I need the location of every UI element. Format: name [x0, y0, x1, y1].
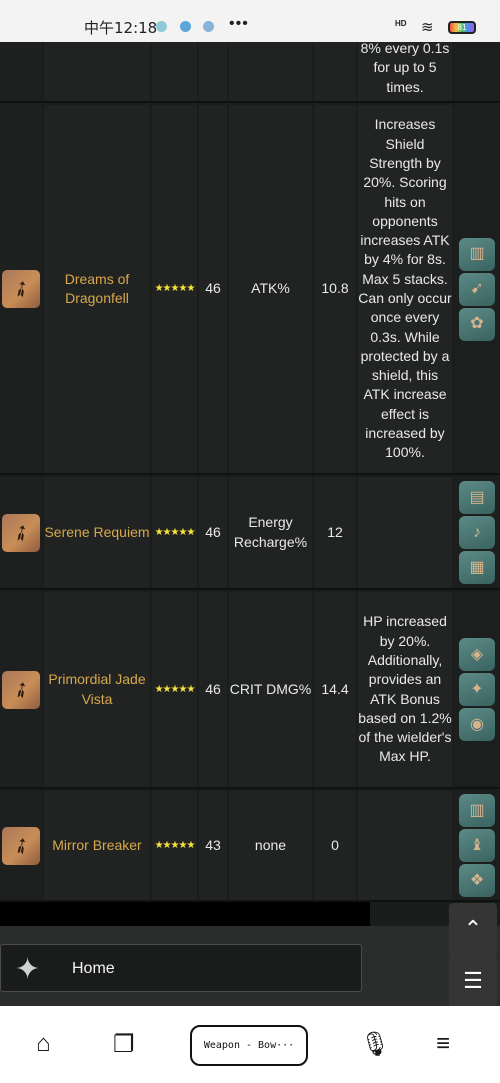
materials-cell: ▥ ♝ ❖: [454, 791, 500, 900]
weapon-substat: none: [229, 791, 312, 900]
icon-cell: ➶: [0, 105, 42, 473]
weapon-level: 46: [199, 105, 227, 473]
home-menu-item[interactable]: ✦ Home: [0, 944, 362, 992]
browser-nav-bar: ⌂ ❐ Weapon - Bow··· 🎙︎ ≡: [0, 1006, 500, 1083]
status-bar: 中午12:18 ••• HD ≋ 81: [0, 0, 500, 42]
table-row: ➶ Dreams of Dragonfell ★★★★★ 46 ATK% 10.…: [0, 105, 500, 475]
weapon-effect: [358, 477, 452, 588]
material-icon[interactable]: ◈: [459, 638, 495, 671]
material-icon[interactable]: ✦: [459, 673, 495, 706]
material-icon[interactable]: ♪: [459, 516, 495, 549]
rarity-stars-icon: ★★★★★: [154, 839, 196, 851]
name-cell: [44, 42, 150, 101]
app-notification-icon: [180, 21, 191, 32]
status-time: 中午12:18: [84, 19, 158, 37]
microphone-icon[interactable]: 🎙︎: [360, 1030, 390, 1059]
material-icon[interactable]: ▦: [459, 551, 495, 584]
weapon-name[interactable]: Primordial Jade Vista: [44, 592, 150, 787]
substat-value-cell: [314, 42, 356, 101]
rarity-stars-icon: ★★★★★: [154, 683, 196, 695]
material-icon[interactable]: ▥: [459, 794, 495, 827]
battery-icon: 81: [448, 21, 476, 34]
signal-icon: HD: [395, 19, 407, 28]
materials-cell: ▥ ➹ ✿: [454, 105, 500, 473]
rarity-cell: ★★★★★: [152, 105, 197, 473]
bow-weapon-icon[interactable]: ➶: [2, 670, 40, 709]
wifi-icon: ≋: [421, 19, 434, 36]
rarity-stars-icon: ★★★★★: [154, 283, 196, 295]
rarity-stars-icon: ★★★★★: [154, 526, 196, 538]
chat-notification-icon: [156, 21, 167, 32]
more-notifications-icon: •••: [229, 15, 249, 32]
weapon-effect: Increases Shield Strength by 20%. Scorin…: [358, 105, 452, 473]
icon-cell: ➶: [0, 592, 42, 787]
weapon-substat-value: 12: [314, 477, 356, 588]
material-icon[interactable]: ✿: [459, 307, 495, 341]
weapon-effect: [358, 791, 452, 900]
icon-cell: ➶: [0, 791, 42, 900]
sparkle-icon: ✦: [15, 953, 41, 986]
material-icon[interactable]: ▥: [459, 237, 495, 271]
weapon-substat: Energy Recharge%: [229, 477, 312, 588]
weapon-substat-value: 10.8: [314, 105, 356, 473]
weapon-name[interactable]: Dreams of Dragonfell: [44, 105, 150, 473]
hamburger-icon: ☰: [463, 968, 483, 993]
home-icon[interactable]: ⌂: [36, 1030, 51, 1058]
icon-cell: ➶: [0, 477, 42, 588]
current-tab-button[interactable]: Weapon - Bow···: [190, 1025, 308, 1066]
scroll-to-top-button[interactable]: ⌃: [449, 903, 497, 955]
material-icon[interactable]: ➹: [459, 272, 495, 306]
bow-weapon-icon[interactable]: ➶: [2, 270, 40, 308]
menu-button[interactable]: ☰: [449, 955, 497, 1007]
effect-cell: 8% every 0.1s for up to 5 times.: [358, 40, 452, 101]
weapon-substat-value: 0: [314, 791, 356, 900]
level-cell: [199, 42, 227, 101]
menu-icon[interactable]: ≡: [436, 1030, 450, 1058]
material-icon[interactable]: ♝: [459, 829, 495, 862]
bow-weapon-icon[interactable]: ➶: [2, 513, 40, 552]
table-row: 8% every 0.1s for up to 5 times.: [0, 40, 500, 103]
weapon-name[interactable]: Serene Requiem: [44, 477, 150, 588]
home-menu-label: Home: [72, 960, 115, 977]
weapon-name[interactable]: Mirror Breaker: [44, 791, 150, 900]
table-row: ➶ Serene Requiem ★★★★★ 46 Energy Recharg…: [0, 477, 500, 590]
weapon-level: 46: [199, 592, 227, 787]
materials-cell: ▤ ♪ ▦: [454, 477, 500, 588]
material-icon[interactable]: ▤: [459, 481, 495, 514]
table-row: ➶ Mirror Breaker ★★★★★ 43 none 0 ▥ ♝ ❖: [0, 791, 500, 902]
weapon-effect: HP increased by 20%. Additionally, provi…: [358, 592, 452, 787]
rarity-cell: ★★★★★: [152, 592, 197, 787]
weapon-substat: ATK%: [229, 105, 312, 473]
rarity-cell: ★★★★★: [152, 791, 197, 900]
weapon-substat: CRIT DMG%: [229, 592, 312, 787]
material-icon[interactable]: ❖: [459, 864, 495, 897]
rarity-cell: ★★★★★: [152, 477, 197, 588]
icon-cell: [0, 42, 42, 101]
horizontal-scrollbar[interactable]: [0, 902, 370, 926]
materials-cell: [454, 42, 500, 101]
chevron-up-icon: ⌃: [463, 916, 483, 941]
material-icon[interactable]: ◉: [459, 708, 495, 741]
weapon-substat-value: 14.4: [314, 592, 356, 787]
table-row: ➶ Primordial Jade Vista ★★★★★ 46 CRIT DM…: [0, 592, 500, 789]
substat-cell: [229, 42, 312, 101]
rarity-cell: [152, 42, 197, 101]
message-notification-icon: [203, 21, 214, 32]
weapon-level: 46: [199, 477, 227, 588]
materials-cell: ◈ ✦ ◉: [454, 592, 500, 787]
tabs-icon[interactable]: ❐: [113, 1030, 135, 1059]
bow-weapon-icon[interactable]: ➶: [2, 826, 40, 865]
weapon-level: 43: [199, 791, 227, 900]
